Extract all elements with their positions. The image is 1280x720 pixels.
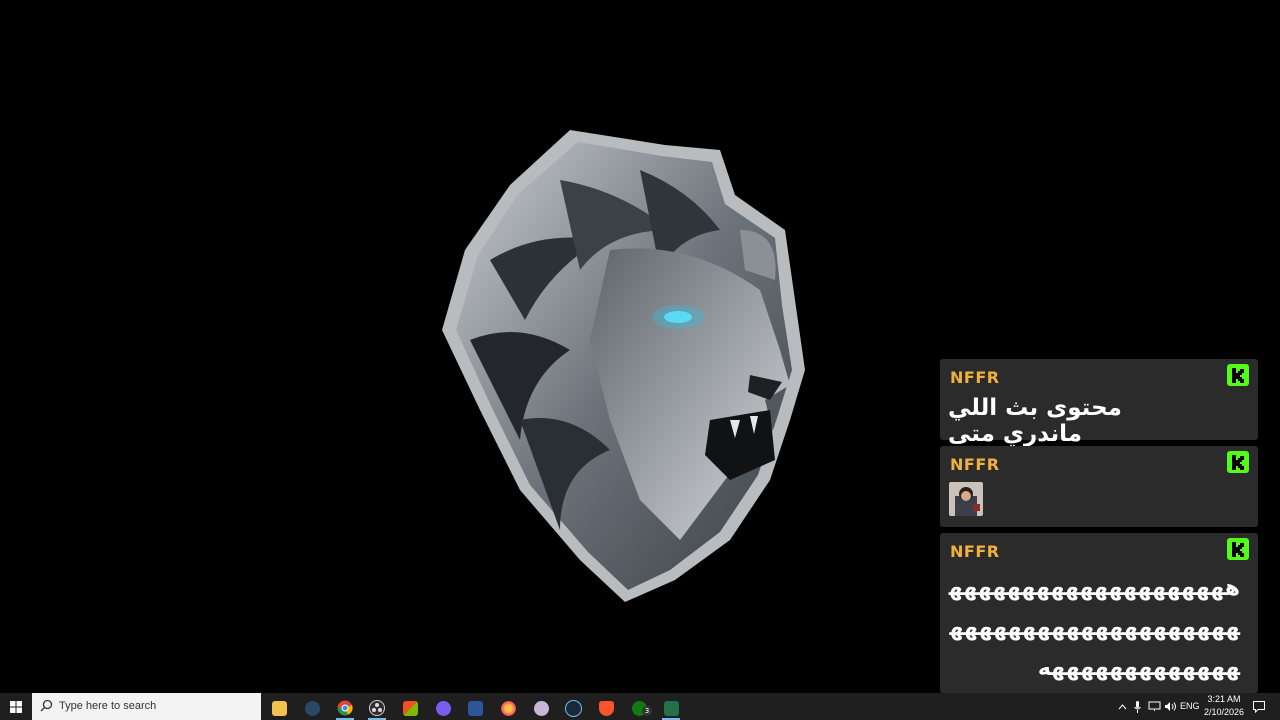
clock-time[interactable]: 3:21 AM xyxy=(1204,694,1244,704)
windows-icon xyxy=(10,700,22,713)
emote-image xyxy=(949,482,983,516)
start-button[interactable] xyxy=(0,693,32,720)
xbox-badge: 3 xyxy=(642,706,652,716)
search-icon xyxy=(40,699,53,712)
messenger-icon[interactable] xyxy=(427,696,459,720)
chat-message: NFFR xyxy=(940,446,1258,527)
chat-message: NFFR ههههههههههههههههههههههههههههههههههه… xyxy=(940,533,1258,693)
app-icon[interactable] xyxy=(525,696,557,720)
desktop: NFFR محتوى بث اللي ماندري متى NFFR NFFR … xyxy=(0,0,1280,693)
chat-username: NFFR xyxy=(950,368,1000,387)
language-indicator[interactable]: ENG xyxy=(1180,701,1200,711)
notification-button[interactable] xyxy=(1249,693,1269,720)
obs-icon[interactable] xyxy=(361,696,393,720)
search-placeholder: Type here to search xyxy=(59,700,157,712)
steam-icon[interactable] xyxy=(557,696,589,720)
discord-like-icon[interactable] xyxy=(296,696,328,720)
taskbar: Type here to search 3 ENG 3:21 AM 2/10/2… xyxy=(0,693,1280,720)
show-hidden-icons-button[interactable] xyxy=(1115,693,1129,720)
chat-text: هههههههههههههههههههههههههههههههههههههههه… xyxy=(948,576,1240,681)
chevron-up-icon xyxy=(1118,703,1126,709)
chat-message: NFFR محتوى بث اللي ماندري متى xyxy=(940,359,1258,447)
kick-icon xyxy=(1227,538,1249,560)
microphone-icon[interactable] xyxy=(1131,693,1143,720)
word-icon[interactable] xyxy=(459,696,491,720)
lion-wallpaper-image xyxy=(442,130,805,602)
notification-icon xyxy=(1253,700,1265,713)
chrome-icon[interactable] xyxy=(329,696,361,720)
file-explorer-icon[interactable] xyxy=(263,696,295,720)
xbox-icon[interactable]: 3 xyxy=(623,696,655,720)
excel-icon[interactable] xyxy=(655,696,687,720)
chat-username: NFFR xyxy=(950,542,1000,561)
volume-icon[interactable] xyxy=(1162,693,1178,720)
kick-icon xyxy=(1227,451,1249,473)
kick-icon xyxy=(1227,364,1249,386)
brave-icon[interactable] xyxy=(590,696,622,720)
network-icon[interactable] xyxy=(1146,693,1162,720)
search-box[interactable]: Type here to search xyxy=(32,693,261,720)
firefox-icon[interactable] xyxy=(492,696,524,720)
chat-username: NFFR xyxy=(950,455,1000,474)
clock-date[interactable]: 2/10/2026 xyxy=(1204,707,1244,717)
chat-text: محتوى بث اللي ماندري متى xyxy=(948,395,1122,447)
store-icon[interactable] xyxy=(394,696,426,720)
